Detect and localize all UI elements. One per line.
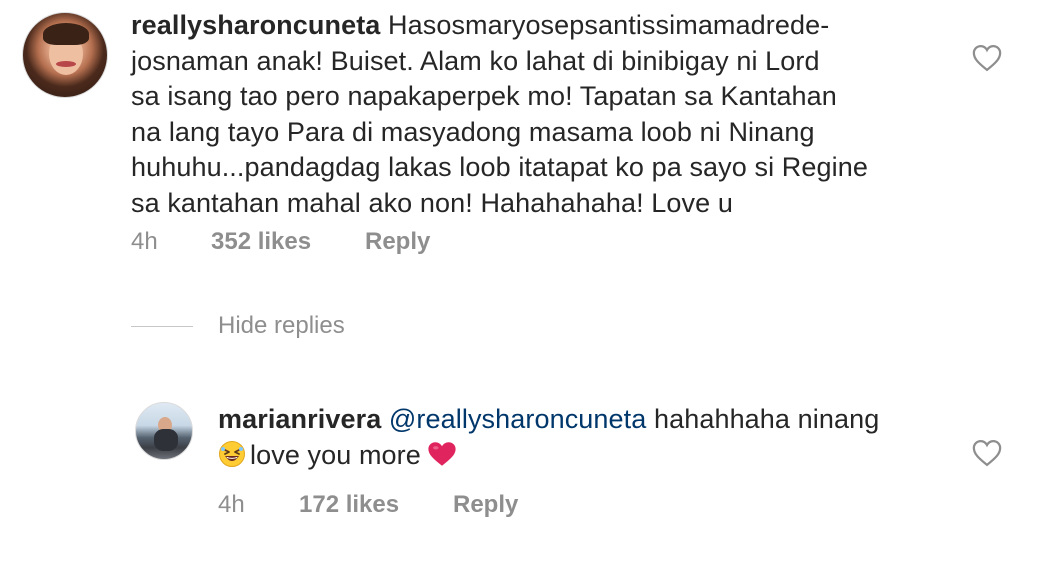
comment-username[interactable]: reallysharoncuneta: [131, 10, 380, 40]
comment-line-6: sa kantahan mahal ako non! Hahahahaha! L…: [131, 187, 733, 218]
red-heart-icon: [427, 441, 457, 477]
reply-button[interactable]: Reply: [365, 228, 430, 256]
comment-likes-count[interactable]: 352 likes: [211, 228, 365, 256]
heart-outline-icon[interactable]: [972, 439, 1002, 467]
hide-replies-divider: [131, 325, 193, 327]
reply-line-2: love you more: [250, 439, 421, 470]
reply-line-1: hahahhaha ninang: [653, 404, 880, 434]
comment-meta: 4h 352 likes Reply: [131, 228, 430, 256]
reply-button[interactable]: Reply: [453, 491, 518, 519]
reply-text: marianrivera @reallysharoncuneta hahahha…: [218, 402, 938, 477]
heart-outline-icon[interactable]: [972, 44, 1002, 72]
commenter-avatar[interactable]: [22, 12, 108, 98]
comment-line-5: huhuhu...pandagdag lakas loob itatapat k…: [131, 152, 868, 182]
hide-replies-toggle[interactable]: Hide replies: [131, 312, 345, 340]
grinning-squinting-face-icon: [218, 440, 246, 478]
reply-meta: 4h 172 likes Reply: [218, 491, 518, 519]
comment-line-3: sa isang tao pero napakaperpek mo! Tapat…: [131, 81, 837, 111]
replier-avatar[interactable]: [135, 402, 193, 460]
comment-timestamp[interactable]: 4h: [131, 228, 211, 256]
comment-line-2: josnaman anak! Buiset. Alam ko lahat di …: [131, 45, 820, 76]
comment-text: reallysharoncuneta Hasosmaryosepsantissi…: [131, 8, 911, 221]
hide-replies-label[interactable]: Hide replies: [218, 312, 345, 340]
comment-line-4: na lang tayo Para di masyadong masama lo…: [131, 116, 815, 147]
mention-link[interactable]: @reallysharoncuneta: [389, 404, 646, 434]
comment-line-1: Hasosmaryosepsantissimamadrede-: [388, 10, 830, 40]
reply-timestamp[interactable]: 4h: [218, 491, 299, 519]
reply-username[interactable]: marianrivera: [218, 404, 381, 434]
reply-likes-count[interactable]: 172 likes: [299, 491, 453, 519]
